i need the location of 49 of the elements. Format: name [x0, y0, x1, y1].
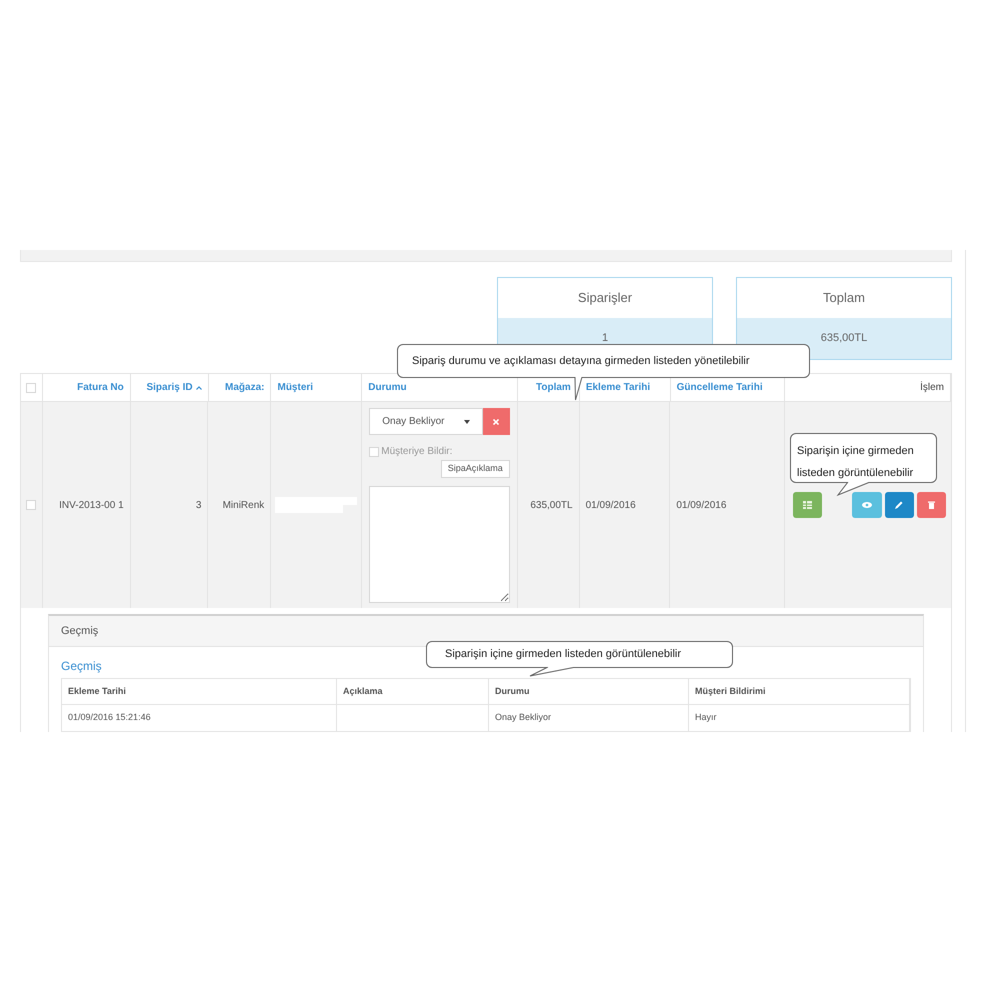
column-header[interactable]: Ekleme Tarihi [586, 380, 650, 395]
column-header[interactable]: Fatura No [77, 380, 124, 395]
column-header: Ekleme Tarihi [68, 684, 126, 698]
checkbox[interactable] [369, 446, 380, 456]
table-cell-text: 01/09/2016 15:21:46 [68, 711, 151, 724]
pencil-icon [895, 501, 904, 509]
checkbox[interactable] [26, 500, 36, 510]
column-header[interactable]: Sipariş ID [146, 380, 193, 395]
table-cell-text: 635,00TL [530, 498, 573, 512]
status-select[interactable]: Onay Bekliyor [369, 408, 483, 435]
column-header: Açıklama [343, 684, 383, 698]
callout-tail-icon [836, 482, 872, 496]
column-header[interactable]: Mağaza: [225, 380, 264, 395]
view-button[interactable] [852, 492, 882, 518]
history-link[interactable]: Geçmiş [61, 659, 102, 673]
table-cell-text: Onay Bekliyor [495, 711, 552, 724]
note-button[interactable]: SipaAçıklama [440, 460, 510, 478]
eye-icon [862, 502, 872, 508]
callout: Sipariş durumu ve açıklaması detayına girmeden listeden yönetilebilir [397, 344, 810, 378]
list-icon [803, 501, 812, 509]
column-header[interactable]: Müşteri [277, 380, 314, 395]
clear-button[interactable] [482, 408, 510, 435]
column-header[interactable]: Toplam [536, 380, 571, 395]
table-cell-text: INV-2013-00 1 [59, 498, 124, 512]
table-cell-text: 3 [196, 498, 202, 512]
column-header: İşlem [920, 380, 944, 395]
table-cell-text: 01/09/2016 [676, 498, 726, 512]
sort-ascending-icon [196, 386, 202, 390]
card-value: 1 [600, 331, 610, 346]
panel-title: Geçmiş [61, 624, 98, 639]
checkbox[interactable] [26, 382, 36, 392]
checkbox-label: Müşteriye Bildir: [381, 445, 452, 459]
trash-icon [928, 501, 935, 509]
column-header: Durumu [495, 684, 530, 698]
card-value: 635,00TL [820, 331, 868, 346]
table-cell-text: Hayır [695, 711, 717, 724]
note-field[interactable] [369, 486, 510, 603]
delete-button[interactable] [916, 492, 946, 518]
list-button[interactable] [793, 492, 822, 518]
close-icon [493, 418, 500, 424]
column-header[interactable]: Durumu [368, 380, 407, 395]
card-title: Toplam [737, 278, 951, 318]
dropdown-caret-icon [464, 420, 470, 424]
table-cell-text: MiniRenk [222, 498, 264, 512]
table-cell-text: 01/09/2016 [586, 498, 636, 512]
column-header[interactable]: Güncelleme Tarihi [676, 380, 763, 395]
edit-button[interactable] [884, 492, 914, 518]
card-title: Siparişler [498, 278, 712, 318]
column-header: Müşteri Bildirimi [695, 684, 766, 698]
